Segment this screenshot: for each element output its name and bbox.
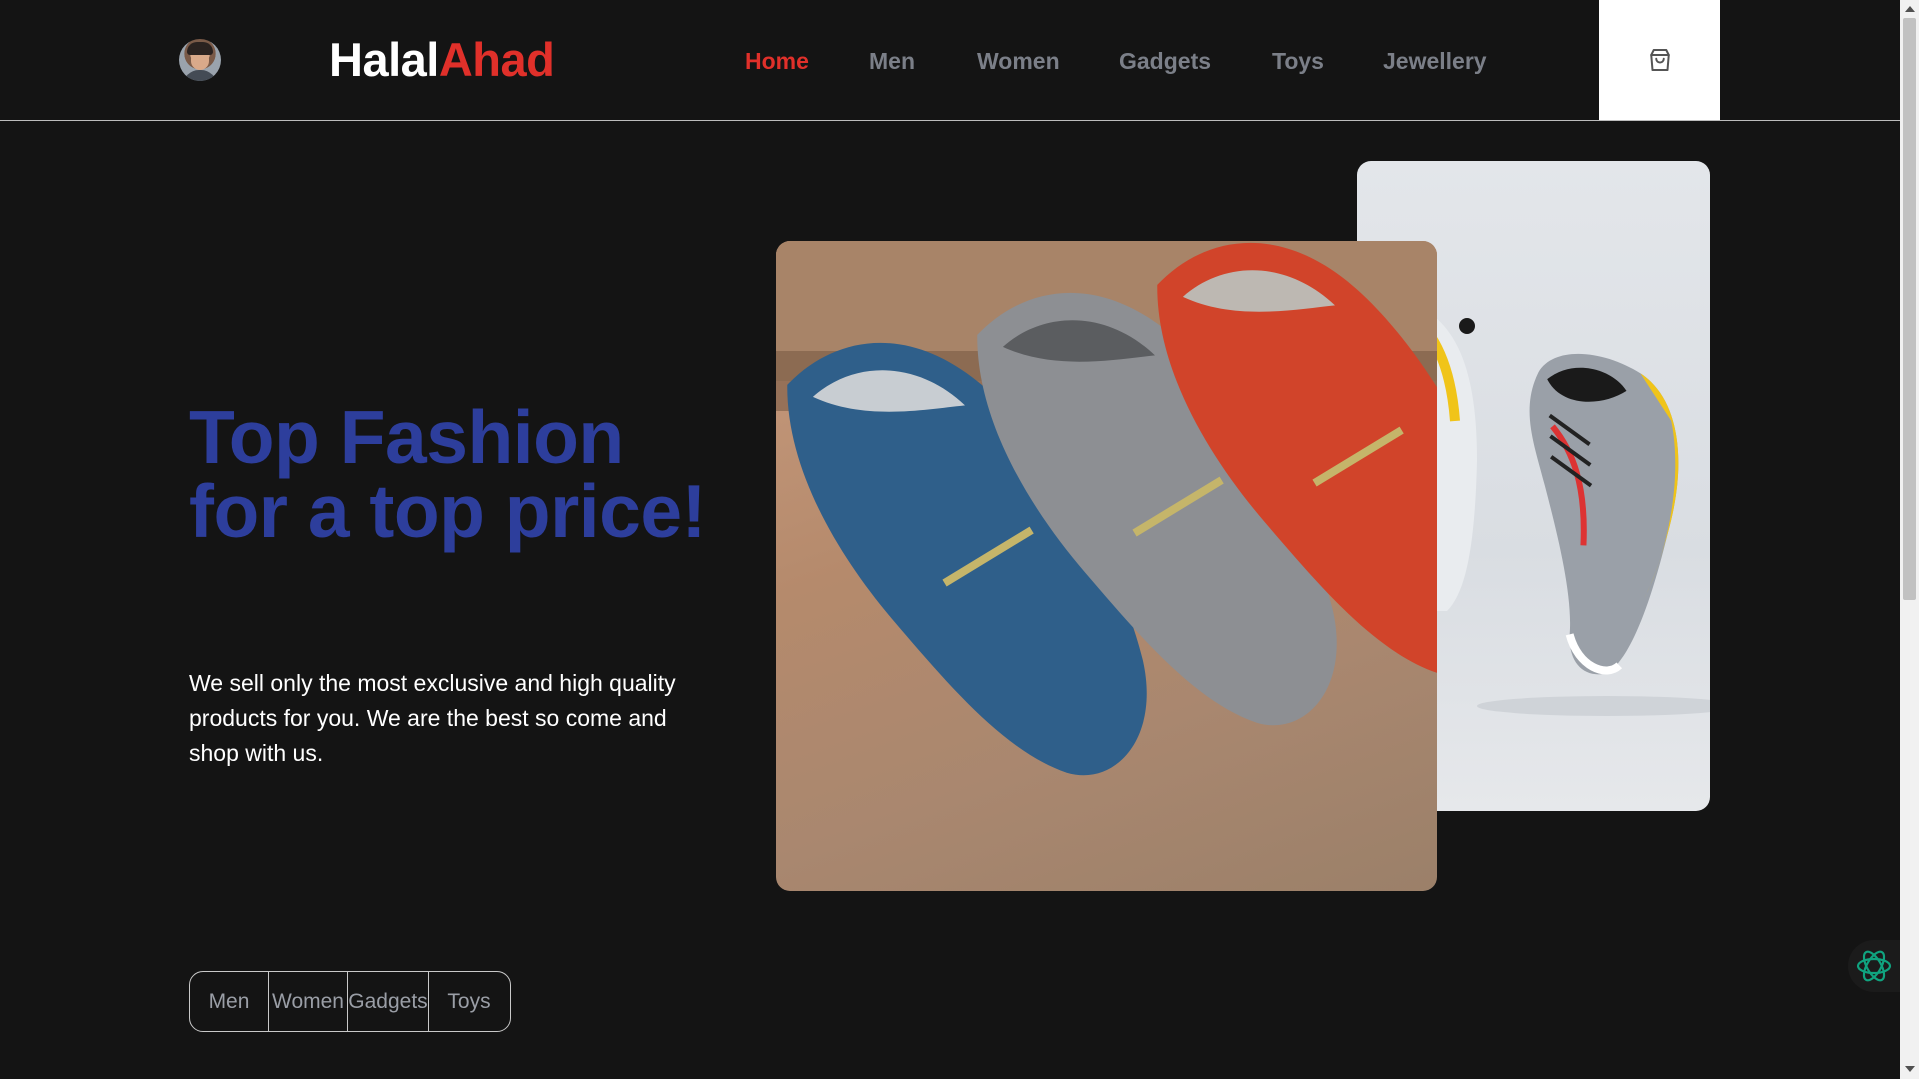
nav-jewellery[interactable]: Jewellery [1383,46,1487,76]
nav-women[interactable]: Women [977,46,1060,76]
category-toys[interactable]: Toys [429,972,509,1031]
logo-part-2: Ahad [438,33,555,86]
category-women[interactable]: Women [269,972,348,1031]
cart-button[interactable] [1599,0,1720,120]
user-avatar[interactable] [179,39,221,81]
category-men[interactable]: Men [190,972,269,1031]
loafers-photo [776,241,1437,891]
scroll-down-arrow-icon[interactable] [1905,1066,1915,1072]
nav-men[interactable]: Men [869,46,915,76]
hero-title: Top Fashion for a top price! [189,395,707,553]
ai-assistant-icon [1856,950,1892,982]
nav-toys[interactable]: Toys [1272,46,1324,76]
site-logo[interactable]: HalalAhad [329,32,555,88]
scroll-up-arrow-icon[interactable] [1905,6,1915,12]
page-scrollbar[interactable] [1900,0,1919,1079]
category-filter: Men Women Gadgets Toys [189,971,511,1032]
logo-part-1: Halal [329,33,439,86]
hero-description: We sell only the most exclusive and high… [189,670,676,766]
shopping-bag-icon [1649,49,1670,71]
nav-gadgets[interactable]: Gadgets [1119,46,1211,76]
ai-assistant-button[interactable] [1848,940,1900,992]
scrollbar-thumb[interactable] [1903,18,1916,600]
site-header: HalalAhad Home Men Women Gadgets Toys Je… [0,0,1900,121]
nav-home[interactable]: Home [745,46,809,76]
category-gadgets[interactable]: Gadgets [348,972,429,1031]
